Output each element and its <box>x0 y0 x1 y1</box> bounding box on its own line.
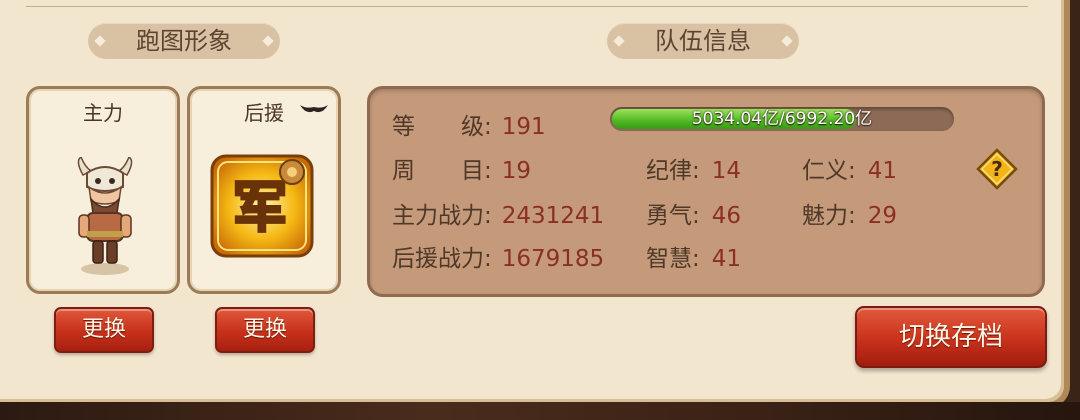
background-strip <box>0 402 1080 420</box>
switch-save-button[interactable]: 切换存档 <box>855 306 1047 368</box>
experience-bar: 5034.04亿/6992.20亿 <box>610 107 954 131</box>
change-support-button[interactable]: 更换 <box>215 307 315 353</box>
stat-label: 魅力: <box>802 203 856 229</box>
stat-label: 仁义: <box>802 158 856 184</box>
stat-value: 41 <box>867 158 898 184</box>
stat-level: 等 级: 191 <box>392 107 546 141</box>
emblem-char: 军 <box>233 176 287 239</box>
stat-value: 191 <box>501 114 546 140</box>
section-title-text: 跑图形象 <box>136 27 232 55</box>
horned-warrior-avatar-icon <box>77 157 133 275</box>
stat-label: 等 级: <box>392 114 492 140</box>
svg-text:?: ? <box>991 157 1003 181</box>
stat-label: 纪律: <box>646 158 700 184</box>
stat-value: 19 <box>501 158 532 184</box>
stat-main-power: 主力战力: 2431241 <box>392 196 604 230</box>
army-emblem-icon: 军 <box>210 154 314 258</box>
stat-value: 41 <box>711 246 742 272</box>
stat-label: 勇气: <box>646 203 700 229</box>
section-title-team-info: 队伍信息 <box>607 23 799 59</box>
stat-courage: 勇气: 46 <box>646 196 741 230</box>
stat-value: 29 <box>867 203 898 229</box>
experience-text: 5034.04亿/6992.20亿 <box>691 109 873 129</box>
main-character-card[interactable]: 主力 <box>26 86 180 294</box>
stat-discipline: 纪律: 14 <box>646 151 741 185</box>
stat-value: 1679185 <box>501 246 605 272</box>
stat-label: 周 目: <box>392 158 492 184</box>
stat-round: 周 目: 19 <box>392 151 531 185</box>
wing-icon <box>300 105 328 113</box>
section-title-text: 队伍信息 <box>655 27 751 55</box>
main-card-label: 主力 <box>83 101 123 125</box>
stat-label: 主力战力: <box>392 203 492 229</box>
change-main-button[interactable]: 更换 <box>54 307 154 353</box>
stat-support-power: 后援战力: 1679185 <box>392 239 604 273</box>
stat-value: 2431241 <box>501 203 605 229</box>
team-panel: 跑图形象 队伍信息 主力 后援 军 更换 更换 等 级: 191 5034.04… <box>0 0 1070 408</box>
section-title-runner-image: 跑图形象 <box>88 23 280 59</box>
stat-benevolence: 仁义: 41 <box>802 151 897 185</box>
stat-label: 后援战力: <box>392 246 492 272</box>
question-mark-diamond-icon[interactable]: ? <box>976 148 1018 190</box>
stat-label: 智慧: <box>646 246 700 272</box>
top-divider <box>26 6 1028 7</box>
stat-charm: 魅力: 29 <box>802 196 897 230</box>
support-character-card[interactable]: 后援 军 <box>187 86 341 294</box>
stat-value: 14 <box>711 158 742 184</box>
stat-wisdom: 智慧: 41 <box>646 239 741 273</box>
stat-value: 46 <box>711 203 742 229</box>
